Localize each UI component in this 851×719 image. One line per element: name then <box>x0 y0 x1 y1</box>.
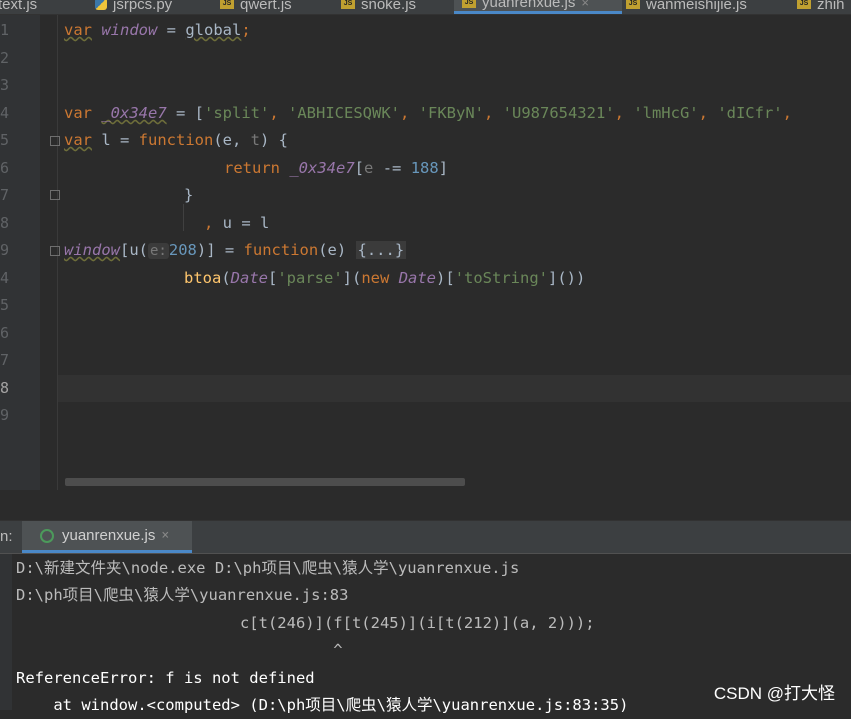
panel-divider[interactable] <box>0 490 851 521</box>
line-number: 2 <box>0 49 10 67</box>
line-number: 8 <box>0 214 10 232</box>
run-tool-window-header: n: yuanrenxue.js × <box>0 521 851 553</box>
run-label: n: <box>0 528 13 545</box>
fold-marker-icon[interactable] <box>50 246 60 256</box>
nodejs-icon <box>40 528 54 543</box>
python-file-icon <box>95 0 107 10</box>
code-line-6: return _0x34e7[e -= 188] <box>224 159 449 177</box>
line-number: 7 <box>0 186 10 204</box>
line-number: 4 <box>0 269 10 287</box>
console-line: c[t(246)](f[t(245)](i[t(212)](a, 2))); <box>16 614 595 632</box>
line-number: 5 <box>0 296 10 314</box>
fold-marker-icon[interactable] <box>50 190 60 200</box>
js-file-icon: JS <box>341 0 355 9</box>
line-number: 7 <box>0 351 10 369</box>
tab-label: snoke.js <box>361 0 417 13</box>
tab-qwert-js[interactable]: JS qwert.js <box>220 0 292 14</box>
editor-tab-bar: text.js jsrpcs.py JS qwert.js JS snoke.js … <box>0 0 851 15</box>
tab-label: zhih <box>817 0 845 13</box>
console-line: D:\新建文件夹\node.exe D:\ph项目\爬虫\猿人学\yuanren… <box>16 559 520 577</box>
tab-wanmeishijie-js[interactable]: JS wanmeishijie.js <box>626 0 747 14</box>
code-line-1: var window = global; <box>64 21 251 39</box>
code-line-10: btoa(Date['parse'](new Date)['toString']… <box>184 269 586 287</box>
code-line-8: , u = l <box>204 214 270 232</box>
close-tab-icon[interactable]: × <box>581 0 589 10</box>
code-line-7: } <box>184 186 194 204</box>
watermark: CSDN @打大怪 <box>713 684 835 703</box>
tab-label: yuanrenxue.js <box>482 0 576 11</box>
line-number: 6 <box>0 324 10 342</box>
tab-text-js[interactable]: text.js <box>0 0 37 14</box>
code-line-5: var l = function(e, t) { <box>64 131 288 149</box>
js-file-icon: JS <box>797 0 811 9</box>
tab-label: text.js <box>0 0 38 13</box>
console-line: D:\ph项目\爬虫\猿人学\yuanrenxue.js:83 <box>16 586 349 604</box>
tab-label: jsrpcs.py <box>113 0 173 13</box>
line-number: 9 <box>0 241 10 259</box>
line-number: 5 <box>0 131 10 149</box>
line-number: 4 <box>0 104 10 122</box>
console-gutter <box>0 554 12 710</box>
tab-zhih[interactable]: JS zhih <box>797 0 845 14</box>
line-number-current: 8 <box>0 379 10 397</box>
run-tab-yuanrenxue[interactable]: yuanrenxue.js × <box>22 521 192 553</box>
tab-label: qwert.js <box>240 0 292 13</box>
horizontal-scrollbar[interactable] <box>65 478 465 486</box>
current-line-highlight <box>57 375 851 402</box>
code-line-9: window[u(e: 208)] = function(e) {...} <box>64 241 407 259</box>
line-number: 1 <box>0 21 10 39</box>
line-number: 9 <box>0 406 10 424</box>
tab-jsrpcs-py[interactable]: jsrpcs.py <box>95 0 172 14</box>
fold-marker-icon[interactable] <box>50 136 60 146</box>
folded-code-block[interactable]: {...} <box>355 241 407 259</box>
tab-snoke-js[interactable]: JS snoke.js <box>341 0 416 14</box>
tab-label: wanmeishijie.js <box>646 0 747 13</box>
js-file-icon: JS <box>626 0 640 9</box>
line-number: 3 <box>0 76 10 94</box>
line-number: 6 <box>0 159 10 177</box>
tab-yuanrenxue-js[interactable]: JS yuanrenxue.js × <box>454 0 622 14</box>
close-run-tab-icon[interactable]: × <box>161 528 169 543</box>
console-stack-line[interactable]: at window.<computed> (D:\ph项目\爬虫\猿人学\yua… <box>16 692 628 719</box>
console-error-line: ReferenceError: f is not defined <box>16 669 315 687</box>
js-file-icon: JS <box>220 0 234 9</box>
parameter-hint: e: <box>148 243 169 259</box>
code-line-4: var _0x34e7 = ['split', 'ABHICESQWK', 'F… <box>64 104 792 122</box>
run-tab-label: yuanrenxue.js <box>62 527 156 544</box>
js-file-icon: JS <box>462 0 476 8</box>
console-line: ^ <box>16 641 343 659</box>
